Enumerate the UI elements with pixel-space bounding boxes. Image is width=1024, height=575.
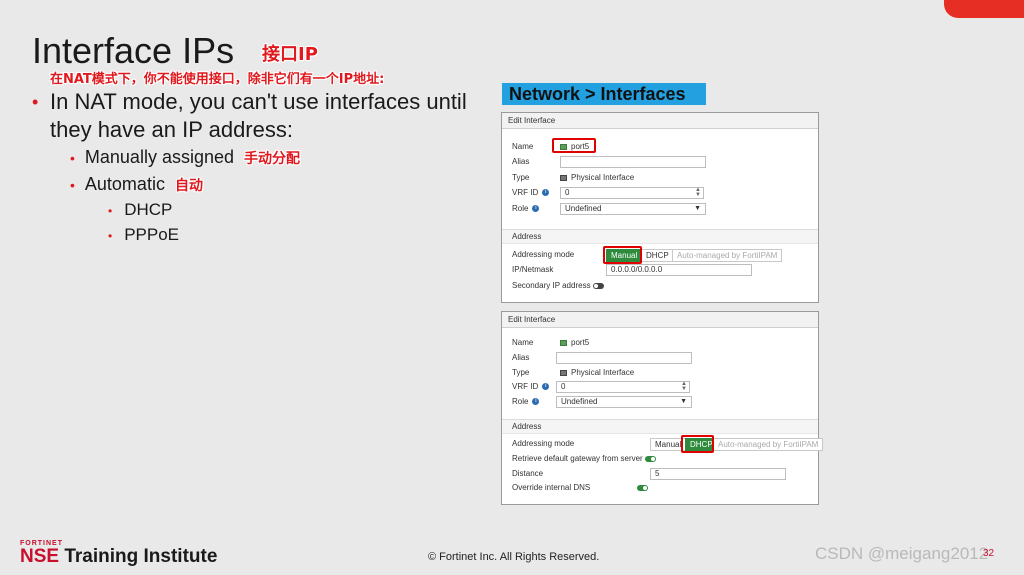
bullet-automatic: • Automatic 自动 [70, 174, 203, 195]
role-label: Role [512, 204, 529, 213]
vrf-row: VRF ID i [512, 186, 550, 200]
gateway-toggle[interactable] [644, 455, 656, 462]
training-institute-logo: NSE Training Institute [20, 546, 217, 568]
info-icon: i [542, 383, 550, 391]
dns-label: Override internal DNS [512, 483, 591, 492]
name-label: Name [512, 338, 534, 347]
type-label: Type [512, 173, 530, 182]
bullet-dot-icon: • [32, 92, 39, 112]
vrf-input[interactable]: 0 ▲ ▼ [556, 381, 690, 393]
mode-ipam-button[interactable]: Auto-managed by FortiIPAM [672, 249, 783, 262]
type-label: Type [512, 368, 530, 377]
nse-logo-text: NSE [20, 546, 60, 567]
bullet-manual: • Manually assigned 手动分配 [70, 147, 300, 168]
alias-row: Alias [512, 351, 560, 365]
nav-path-label: Network > Interfaces [502, 83, 706, 105]
vrf-label: VRF ID [512, 382, 539, 391]
bullet-pppoe: • PPPoE [108, 225, 179, 245]
bullet-manual-text: Manually assigned [84, 147, 234, 167]
role-value: Undefined [565, 204, 602, 213]
bullet-dot-icon: • [108, 229, 113, 243]
bullet-dot-icon: • [70, 150, 75, 166]
mode-ipam-button[interactable]: Auto-managed by FortiIPAM [713, 438, 824, 451]
chevron-down-icon: ▼ [694, 205, 701, 212]
bullet-dot-icon: • [70, 177, 75, 193]
vrf-label: VRF ID [512, 188, 539, 197]
corner-accent [944, 0, 1024, 18]
chevron-down-icon: ▼ [680, 398, 687, 405]
vrf-row: VRF ID i [512, 380, 550, 394]
ipnetmask-input[interactable]: 0.0.0.0/0.0.0.0 [606, 264, 752, 276]
bullet-pppoe-text: PPPoE [124, 225, 180, 244]
bullet-manual-translation: 手动分配 [244, 151, 300, 167]
main-bullet: • In NAT mode, you can't use interfaces … [32, 88, 482, 144]
watermark: CSDN @meigang2012 [815, 544, 989, 563]
subtitle-translation: 在NAT模式下，你不能使用接口，除非它们有一个IP地址: [50, 72, 385, 87]
title-translation: 接口IP [262, 44, 318, 65]
interface-icon [560, 174, 567, 181]
type-row: Type Physical Interface [512, 171, 634, 185]
distance-label: Distance [512, 469, 544, 478]
panel-header: Edit Interface [502, 113, 818, 129]
edit-interface-panel-dhcp: Edit Interface Name port5 Alias Type Physi… [501, 311, 824, 505]
role-value: Undefined [561, 397, 598, 406]
gateway-row: Retrieve default gateway from server [512, 452, 656, 466]
alias-input[interactable] [556, 352, 692, 364]
type-value: Physical Interface [571, 173, 635, 182]
mode-dhcp-button[interactable]: DHCP [641, 249, 674, 262]
page-title: Interface IPs [32, 30, 235, 71]
highlight-box-dhcp [681, 435, 714, 453]
role-select[interactable]: Undefined ▼ [556, 396, 692, 408]
stepper-icon[interactable]: ▲ ▼ [681, 381, 687, 392]
bullet-dhcp-text: DHCP [124, 200, 173, 219]
interface-icon [560, 369, 567, 376]
main-bullet-text: In NAT mode, you can't use interfaces un… [50, 89, 467, 142]
role-row: Role i [512, 202, 540, 216]
secondary-ip-row: Secondary IP address [512, 279, 604, 293]
institute-text: Training Institute [59, 546, 218, 567]
vrf-value: 0 [565, 188, 570, 197]
distance-input[interactable]: 5 [650, 468, 786, 480]
ipnetmask-label: IP/Netmask [512, 265, 554, 274]
alias-row: Alias [512, 155, 560, 169]
vrf-value: 0 [561, 382, 566, 391]
bullet-auto-translation: 自动 [174, 178, 203, 194]
alias-input[interactable] [560, 156, 706, 168]
copyright: © Fortinet Inc. All Rights Reserved. [428, 551, 600, 563]
addressing-mode-label: Addressing mode [512, 250, 575, 259]
type-row: Type Physical Interface [512, 366, 634, 380]
role-label: Role [512, 397, 529, 406]
port-icon [560, 339, 567, 346]
bullet-dot-icon: • [108, 204, 113, 218]
gateway-label: Retrieve default gateway from server [512, 454, 643, 463]
info-icon: i [542, 189, 550, 197]
alias-label: Alias [512, 157, 530, 166]
info-icon: i [532, 205, 540, 213]
info-icon: i [532, 398, 540, 406]
secondary-ip-label: Secondary IP address [512, 281, 591, 290]
type-value: Physical Interface [571, 368, 635, 377]
highlight-box-manual [603, 246, 642, 264]
secondary-ip-toggle[interactable] [592, 282, 604, 289]
role-row: Role i [512, 395, 540, 409]
addressing-mode-label: Addressing mode [512, 439, 575, 448]
stepper-icon[interactable]: ▲ ▼ [695, 187, 701, 198]
dns-row: Override internal DNS [512, 481, 590, 495]
highlight-box-name [552, 138, 596, 153]
page-number: 32 [983, 548, 995, 559]
address-section: Address [502, 419, 818, 434]
name-row: Name port5 [512, 336, 589, 350]
name-value: port5 [571, 338, 590, 347]
role-select[interactable]: Undefined ▼ [560, 203, 706, 215]
bullet-dhcp: • DHCP [108, 200, 172, 220]
address-section: Address [502, 229, 818, 244]
vrf-input[interactable]: 0 ▲ ▼ [560, 187, 704, 199]
alias-label: Alias [512, 353, 530, 362]
dns-toggle[interactable] [637, 485, 648, 491]
bullet-auto-text: Automatic [84, 174, 165, 194]
panel-header: Edit Interface [502, 312, 818, 328]
edit-interface-panel-manual: Edit Interface Name port5 Alias Type Physi… [501, 112, 819, 303]
